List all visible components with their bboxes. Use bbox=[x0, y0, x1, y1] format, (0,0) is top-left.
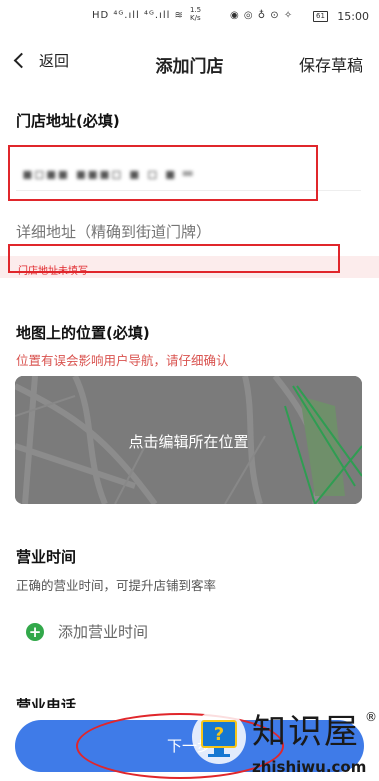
store-address-title: 门店地址(必填) bbox=[16, 112, 120, 130]
watermark: ? 知识屋 ® zhishiwu.com bbox=[192, 710, 379, 781]
registered-mark: ® bbox=[365, 710, 377, 724]
status-icons: ◉ ◎ ♁ ⊙ ✧ bbox=[230, 10, 294, 21]
monitor-base bbox=[208, 754, 230, 757]
watermark-text: 知识屋 bbox=[252, 712, 360, 752]
watermark-domain: zhishiwu.com bbox=[252, 758, 367, 776]
nav-bar: 返回 添加门店 保存草稿 bbox=[0, 40, 379, 88]
add-hours-label: 添加营业时间 bbox=[58, 623, 149, 641]
battery-level: 61 bbox=[313, 11, 328, 22]
detail-address-input[interactable] bbox=[16, 220, 361, 244]
net-speed: 1.5 K/s bbox=[190, 6, 202, 22]
add-business-hours-button[interactable]: + 添加营业时间 bbox=[26, 621, 148, 642]
signal-icons: HD ⁴ᴳ.ıll ⁴ᴳ.ıll ≋ bbox=[92, 10, 184, 21]
business-phone-title: 营业电话 bbox=[16, 697, 77, 708]
error-highlight bbox=[8, 244, 340, 273]
monitor-icon: ? bbox=[201, 720, 237, 748]
map-location-title: 地图上的位置(必填) bbox=[16, 324, 150, 342]
map-preview[interactable]: 点击编辑所在位置 bbox=[15, 376, 362, 504]
battery-icon: 61 bbox=[313, 10, 328, 22]
business-hours-subtitle: 正确的营业时间，可提升店铺到客率 bbox=[16, 578, 217, 593]
address-field[interactable] bbox=[8, 145, 318, 201]
map-warning: 位置有误会影响用户导航，请仔细确认 bbox=[16, 353, 229, 368]
map-edit-label: 点击编辑所在位置 bbox=[128, 433, 249, 451]
plus-circle-icon: + bbox=[26, 622, 44, 641]
save-draft-button[interactable]: 保存草稿 bbox=[299, 52, 363, 76]
status-bar: HD ⁴ᴳ.ıll ⁴ᴳ.ıll ≋ 1.5 K/s ◉ ◎ ♁ ⊙ ✧ 61 … bbox=[0, 0, 379, 34]
status-time: 15:00 bbox=[337, 10, 369, 23]
business-hours-title: 营业时间 bbox=[16, 548, 77, 566]
